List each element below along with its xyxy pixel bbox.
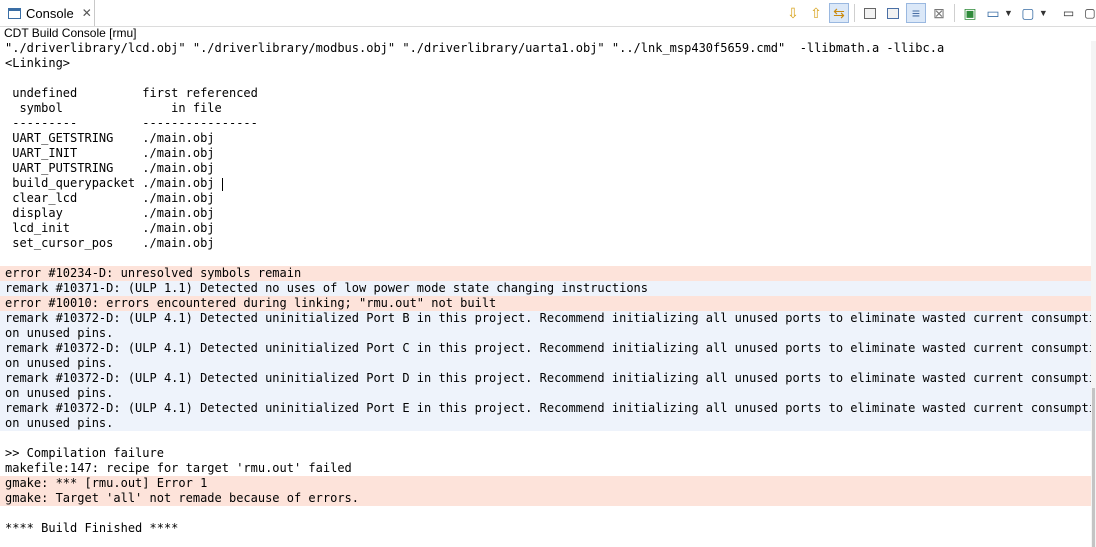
console-line-error: error #10010: errors encountered during …	[0, 296, 1091, 311]
text-cursor	[222, 178, 223, 191]
chevron-down-icon[interactable]: ▼	[1004, 8, 1013, 18]
console-line-remark: on unused pins.	[0, 416, 1091, 431]
console-line-remark: on unused pins.	[0, 386, 1091, 401]
console-line: "./driverlibrary/lcd.obj" "./driverlibra…	[5, 41, 945, 55]
pin-console-icon[interactable]: ▣	[960, 3, 980, 23]
toolbar-separator	[954, 4, 955, 22]
console-icon	[8, 7, 21, 19]
scroll-lock-icon[interactable]	[883, 3, 903, 23]
console-line-remark: remark #10372-D: (ULP 4.1) Detected unin…	[0, 311, 1091, 326]
console-line: >> Compilation failure	[5, 446, 164, 460]
console-line-remark: remark #10372-D: (ULP 4.1) Detected unin…	[0, 401, 1091, 416]
toolbar-separator	[854, 4, 855, 22]
console-line-remark: remark #10371-D: (ULP 1.1) Detected no u…	[0, 281, 1091, 296]
console-line-remark: remark #10372-D: (ULP 4.1) Detected unin…	[0, 371, 1091, 386]
sync-icon[interactable]: ⇆	[829, 3, 849, 23]
console-line-remark: on unused pins.	[0, 356, 1091, 371]
console-line-error: gmake: Target 'all' not remade because o…	[0, 491, 1091, 506]
open-console-icon[interactable]: ▢	[1018, 3, 1038, 23]
console-line: UART_INIT ./main.obj	[5, 146, 215, 160]
console-line: <Linking>	[5, 56, 71, 70]
console-line-remark: remark #10372-D: (ULP 4.1) Detected unin…	[0, 341, 1091, 356]
console-line: lcd_init ./main.obj	[5, 221, 215, 235]
console-line: build_querypacket ./main.obj	[5, 176, 215, 190]
console-line: --------- ----------------	[5, 116, 258, 130]
maximize-icon[interactable]: ▢	[1084, 6, 1095, 20]
console-title: CDT Build Console [rmu]	[4, 26, 137, 40]
minimize-icon[interactable]: ▭	[1063, 6, 1074, 20]
console-line-error: gmake: *** [rmu.out] Error 1	[0, 476, 1091, 491]
console-output[interactable]: "./driverlibrary/lcd.obj" "./driverlibra…	[0, 41, 1091, 536]
console-toolbar: ⇩ ⇧ ⇆ ≡ ⊠ ▣ ▭ ▼ ▢ ▼ ▭ ▢	[783, 3, 1096, 23]
console-line: UART_GETSTRING ./main.obj	[5, 131, 215, 145]
console-line-error: error #10234-D: unresolved symbols remai…	[0, 266, 1091, 281]
console-line: display ./main.obj	[5, 206, 215, 220]
remove-launch-icon[interactable]: ⊠	[929, 3, 949, 23]
scrollbar-thumb[interactable]	[1092, 388, 1095, 547]
close-icon[interactable]: ✕	[82, 7, 92, 19]
word-wrap-icon[interactable]: ≡	[906, 3, 926, 23]
console-line: makefile:147: recipe for target 'rmu.out…	[5, 461, 352, 475]
console-line-remark: on unused pins.	[0, 326, 1091, 341]
chevron-down-icon[interactable]: ▼	[1039, 8, 1048, 18]
console-line: undefined first referenced	[5, 86, 258, 100]
display-console-icon[interactable]: ▭	[983, 3, 1003, 23]
console-line: **** Build Finished ****	[5, 521, 179, 535]
console-line: clear_lcd ./main.obj	[5, 191, 215, 205]
tab-console-label: Console	[26, 5, 74, 21]
console-line: set_cursor_pos ./main.obj	[5, 236, 215, 250]
scroll-up-icon[interactable]: ⇧	[806, 3, 826, 23]
view-tab-bar: Console ✕ ⇩ ⇧ ⇆ ≡ ⊠ ▣ ▭ ▼ ▢ ▼ ▭ ▢	[0, 0, 1096, 27]
clear-console-icon[interactable]	[860, 3, 880, 23]
console-line: symbol in file	[5, 101, 222, 115]
scroll-down-icon[interactable]: ⇩	[783, 3, 803, 23]
tab-console[interactable]: Console ✕	[0, 0, 95, 26]
console-line: UART_PUTSTRING ./main.obj	[5, 161, 215, 175]
